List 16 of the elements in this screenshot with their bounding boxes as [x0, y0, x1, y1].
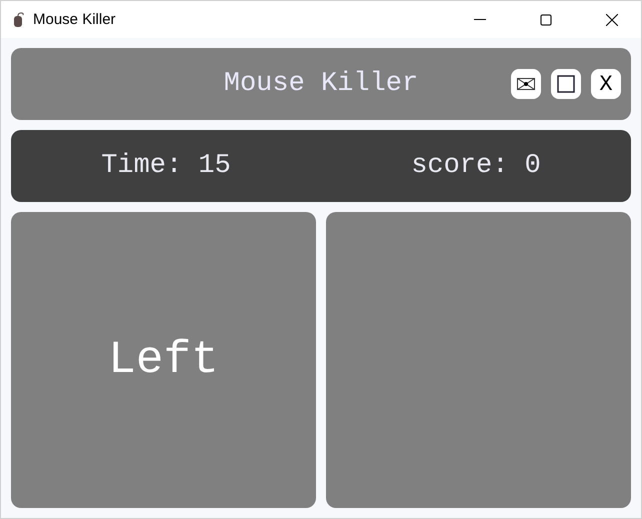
game-title: Mouse Killer: [224, 69, 418, 99]
click-panel[interactable]: [326, 212, 631, 508]
time-label: Time: 15: [100, 151, 232, 181]
square-icon: [557, 75, 575, 93]
close-button[interactable]: X: [591, 69, 621, 99]
minimize-icon: [474, 19, 486, 20]
close-icon: [606, 14, 618, 26]
window-title: Mouse Killer: [33, 11, 117, 28]
panel-label: Left: [108, 334, 219, 386]
square-button[interactable]: [551, 69, 581, 99]
mouse-icon: [13, 12, 25, 28]
maximize-icon: [540, 14, 552, 26]
score-label: score: 0: [410, 151, 542, 181]
envelope-button[interactable]: [511, 69, 541, 99]
envelope-icon: [517, 78, 535, 90]
click-panel[interactable]: Left: [11, 212, 316, 508]
